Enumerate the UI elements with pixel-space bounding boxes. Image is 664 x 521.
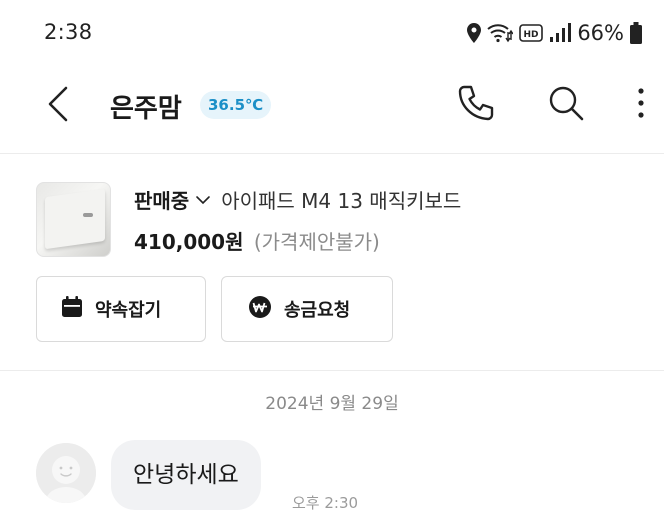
manner-temperature-badge: 36.5℃ [200,91,272,119]
hd-icon: HD [519,24,544,42]
search-button[interactable] [543,82,589,128]
price-note: (가격제안불가) [253,230,380,254]
wifi-icon [487,23,514,43]
chevron-down-icon[interactable] [195,194,211,206]
status-time: 2:38 [44,20,93,44]
product-title-line: 판매중 아이패드 M4 13 매직키보드 [134,185,461,214]
product-thumbnail[interactable] [36,182,111,257]
make-appointment-button[interactable]: 약속잡기 [36,276,206,342]
request-payment-button[interactable]: 송금요청 [221,276,393,342]
product-title[interactable]: 아이패드 M4 13 매직키보드 [221,185,461,214]
won-coin-icon [248,295,272,324]
status-icons: HD 66% [467,20,642,46]
location-icon [467,23,482,43]
make-appointment-label: 약속잡기 [95,300,162,321]
call-button[interactable] [452,82,498,128]
message-timestamp: 오후 2:30 [292,494,359,512]
search-icon [546,83,586,127]
signal-icon [549,23,572,43]
sale-status-dropdown[interactable]: 판매중 [134,185,189,214]
product-price: 410,000원 [134,230,244,254]
product-info-section: 판매중 아이패드 M4 13 매직키보드 410,000원 (가격제안불가) 약… [0,155,664,371]
date-separator: 2024년 9월 29일 [265,394,399,414]
request-payment-label: 송금요청 [284,300,351,321]
chat-partner-name: 은주맘 [110,94,182,124]
more-options-button[interactable] [626,82,656,128]
back-button[interactable] [40,84,76,128]
chat-header: 은주맘 36.5℃ [0,66,664,154]
battery-icon [630,22,642,44]
avatar[interactable] [36,443,96,503]
message-bubble[interactable]: 안녕하세요 [111,440,261,510]
back-icon [47,86,69,126]
more-icon [637,87,645,123]
phone-icon [455,83,495,127]
calendar-icon [61,295,83,323]
battery-percentage: 66% [577,21,624,45]
message-row: 안녕하세요 오후 2:30 [36,440,636,521]
status-bar: 2:38 HD 66% [0,0,664,66]
svg-text:HD: HD [524,30,539,40]
product-price-line: 410,000원 (가격제안불가) [134,226,380,255]
